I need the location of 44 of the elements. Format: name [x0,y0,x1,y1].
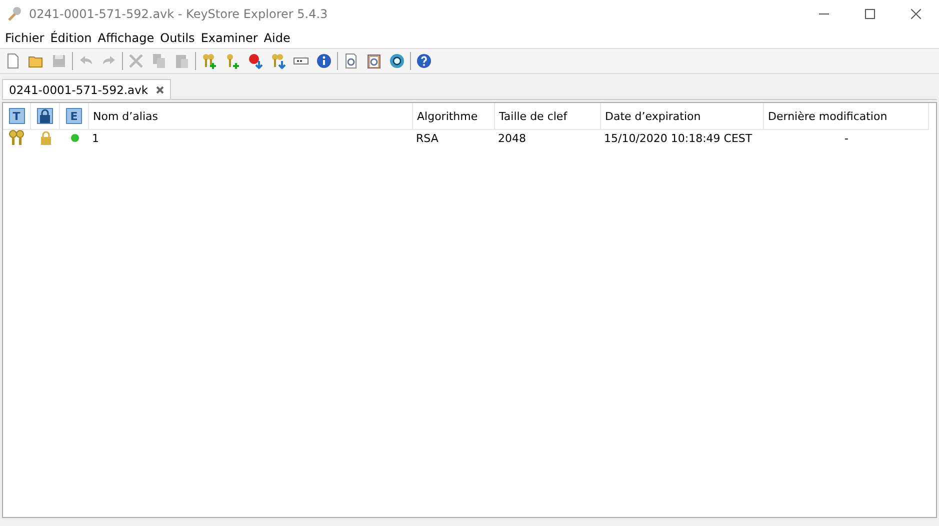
toolbar-button[interactable] [414,51,434,71]
lock-header-icon[interactable] [37,108,53,124]
globe-magnifier-icon [389,53,405,69]
key-pair-add-icon [201,53,217,69]
toolbar-button[interactable] [314,51,334,71]
document-magnifier-icon [343,53,359,69]
table-cell-text: 2048 [497,130,527,146]
maximize-icon[interactable] [865,9,875,19]
key-add-icon [224,53,240,69]
copy-icon [151,53,167,69]
column-header[interactable]: Date d’expiration [601,103,764,130]
column-header[interactable]: E [66,108,82,124]
column-header[interactable]: Nom d’alias [89,103,413,130]
menu-item[interactable]: Édition [47,31,95,45]
menu-item[interactable]: Examiner [198,31,261,45]
column-header[interactable]: Dernière modification [764,103,929,130]
column-header[interactable]: T [8,108,24,124]
table-cell-text: 15/10/2020 10:18:49 CEST [603,130,754,146]
column-header[interactable]: Algorithme [413,103,495,130]
paste-icon [174,53,190,69]
menu-item[interactable]: Fichier [2,31,48,45]
menu-item[interactable]: Aide [260,31,294,45]
key-pair-import-icon [270,53,286,69]
padlock-icon [40,131,52,145]
info-icon [316,53,332,69]
menu-item[interactable]: Affichage [94,31,158,45]
column-header[interactable]: Taille de clef [495,103,601,130]
help-icon [416,53,432,69]
table-cell-text: - [844,130,850,146]
close-icon[interactable] [911,9,921,19]
lock-icon [39,109,51,123]
certificate-import-icon [247,53,263,69]
close-tab-icon[interactable] [156,86,164,94]
clipboard-magnifier-icon [366,53,382,69]
key-pair-icon [8,130,26,146]
document-tab[interactable]: 0241-0001-571-592.avk [2,79,172,99]
new-file-icon [5,53,21,69]
window-title: 0241-0001-571-592.avk - KeyStore Explorer 5.4.3 [29,7,329,21]
toolbar-button[interactable] [387,51,407,71]
table-cell-text: 1 [91,130,100,146]
table-cell-text: RSA [415,130,440,146]
menu-item[interactable]: Outils [157,31,198,45]
keys-logo-icon [7,6,23,22]
cut-icon [128,53,144,69]
